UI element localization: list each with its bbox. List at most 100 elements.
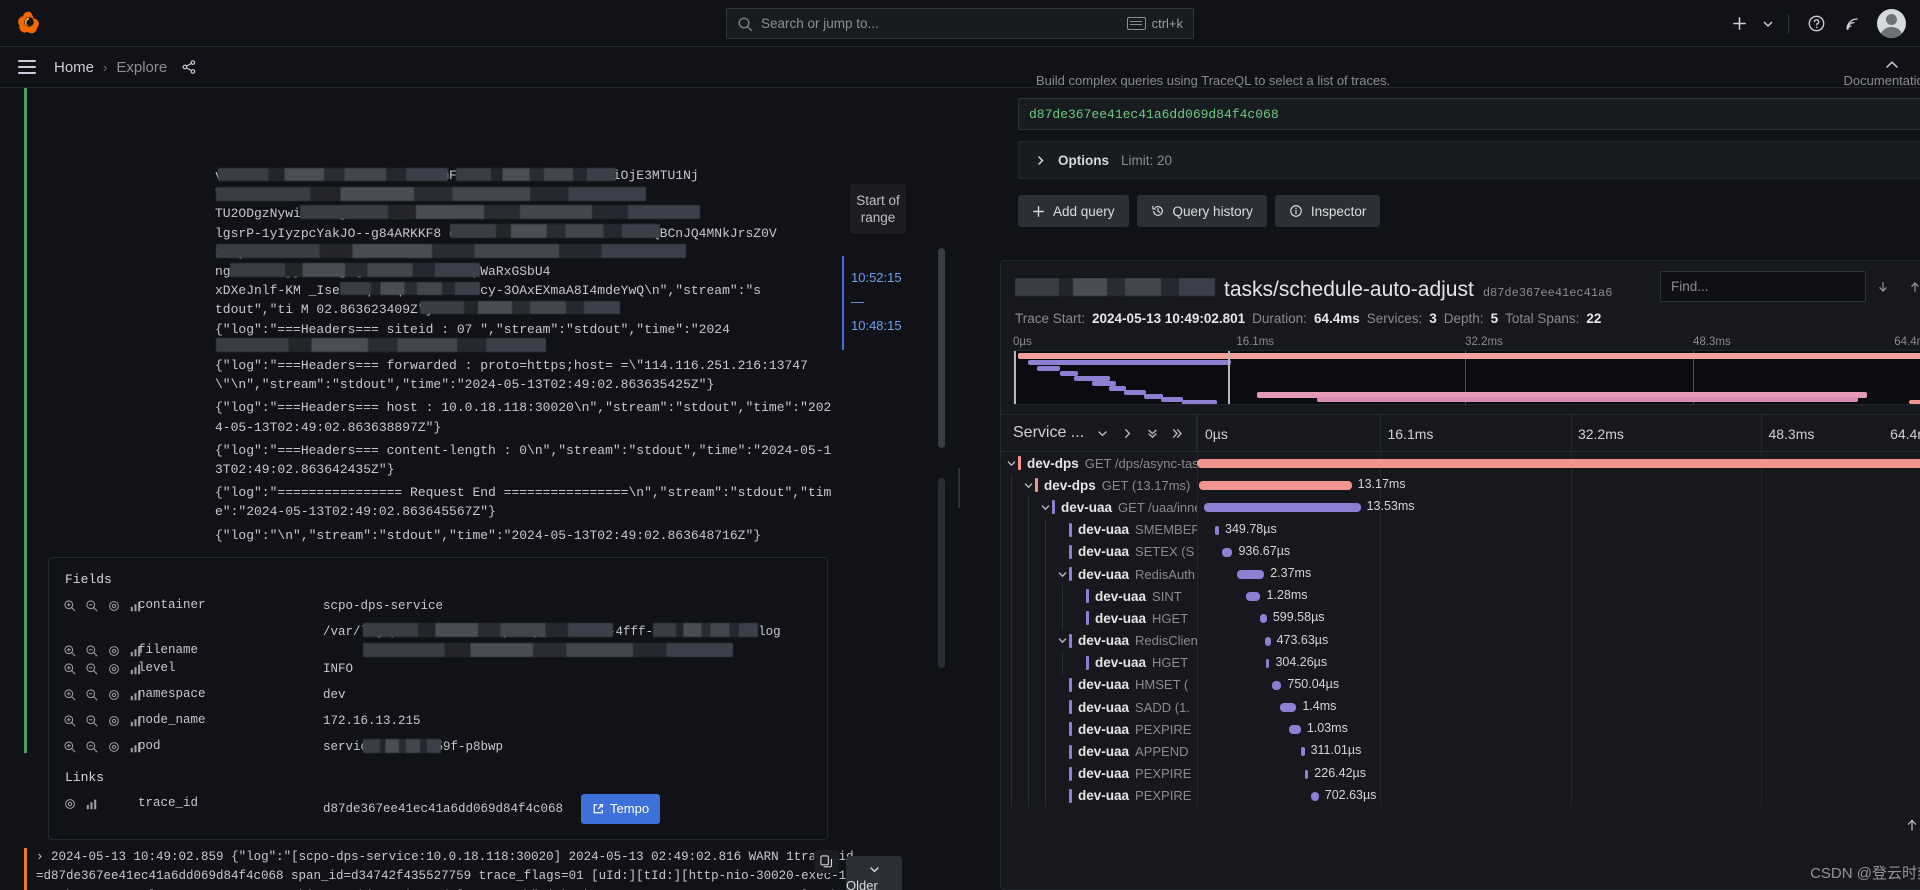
span-bar-cell[interactable]: 13.17ms (1197, 474, 1920, 497)
copy-icon[interactable] (814, 850, 839, 873)
span-bar-cell[interactable]: 599.58µs (1197, 607, 1920, 630)
share-nodes-icon[interactable] (181, 59, 197, 75)
span-row[interactable]: dev-dps GET /dps/async-task (1001, 452, 1920, 475)
span-bar-cell[interactable]: 750.04µs (1197, 673, 1920, 697)
span-rows-container[interactable]: dev-dps GET /dps/async-task dev-dps GET (13… (1001, 452, 1920, 827)
span-label-cell[interactable]: dev-uaa HGET (1001, 607, 1197, 630)
find-next-button[interactable] (1868, 271, 1898, 302)
span-label-cell[interactable]: dev-uaa SMEMBERS (1001, 518, 1197, 541)
bar-chart-icon[interactable] (129, 662, 143, 676)
span-bar-cell[interactable]: 473.63µs (1197, 629, 1920, 652)
span-bar-cell[interactable]: 1.4ms (1197, 696, 1920, 719)
pane-splitter[interactable] (955, 88, 963, 890)
documentation-link[interactable]: Documentation (1844, 73, 1920, 88)
grafana-logo-icon[interactable] (0, 10, 58, 36)
minimap-canvas[interactable] (1013, 350, 1920, 405)
span-row[interactable]: dev-uaa RedisClient 473.63µs (1001, 629, 1920, 652)
breadcrumb-item-explore[interactable]: Explore (116, 59, 167, 76)
chevron-right-icon[interactable] (1121, 427, 1134, 440)
span-label-cell[interactable]: dev-dps GET (13.17ms) (1001, 474, 1197, 497)
eye-icon[interactable] (107, 740, 121, 754)
question-circle-icon[interactable] (1799, 7, 1833, 41)
logs-scrollbar[interactable] (938, 248, 945, 448)
add-query-button[interactable]: Add query (1018, 195, 1129, 227)
span-row[interactable]: dev-uaa APPEND 311.01µs (1001, 740, 1920, 763)
search-input[interactable]: Search or jump to... ctrl+k (726, 8, 1194, 39)
span-bar-cell[interactable]: 702.63µs (1197, 784, 1920, 807)
inspector-button[interactable]: Inspector (1274, 195, 1381, 227)
span-row[interactable]: dev-uaa HGET 599.58µs (1001, 607, 1920, 630)
minimap-selection[interactable] (1014, 351, 1231, 404)
trace-minimap[interactable]: 0µs 16.1ms 32.2ms 48.3ms 64.4ms (1013, 336, 1920, 406)
bar-chart-icon[interactable] (129, 740, 143, 754)
log-entry-collapsed[interactable]: › 2024-05-13 10:49:02.859 {"log":"[scpo-… (24, 848, 854, 890)
chevron-down-icon[interactable] (1039, 502, 1052, 513)
span-row[interactable]: dev-uaa SETEX (S 936.67µs (1001, 540, 1920, 563)
span-bar-cell[interactable]: 311.01µs (1197, 740, 1920, 763)
span-label-cell[interactable]: dev-uaa GET /uaa/inner (1001, 496, 1197, 519)
traceql-query-input[interactable]: d87de367ee41ec41a6dd069d84f4c068 (1018, 98, 1920, 130)
span-label-cell[interactable]: dev-dps GET /dps/async-task (1001, 452, 1197, 474)
span-bar-cell[interactable]: 304.26µs (1197, 651, 1920, 674)
zoom-out-icon[interactable] (85, 740, 99, 754)
older-logs-button[interactable]: Older logs (846, 856, 902, 890)
span-bar-cell[interactable]: 1.03ms (1197, 718, 1920, 741)
zoom-in-icon[interactable] (63, 688, 77, 702)
span-label-cell[interactable]: dev-uaa APPEND (1001, 740, 1197, 763)
bar-chart-icon[interactable] (129, 714, 143, 728)
span-row[interactable]: dev-uaa SADD (1. 1.4ms (1001, 696, 1920, 719)
breadcrumb-item-home[interactable]: Home (54, 59, 94, 76)
log-expand-icon[interactable]: › (36, 850, 44, 864)
span-bar-cell[interactable] (1197, 452, 1920, 475)
zoom-out-icon[interactable] (85, 714, 99, 728)
span-bar-cell[interactable]: 226.42µs (1197, 762, 1920, 785)
span-label-cell[interactable]: dev-uaa RedisAuth (1001, 562, 1197, 586)
span-label-cell[interactable]: dev-uaa HMSET ( (1001, 673, 1197, 697)
eye-icon[interactable] (107, 644, 121, 658)
zoom-out-icon[interactable] (85, 688, 99, 702)
span-bar-cell[interactable]: 349.78µs (1197, 518, 1920, 541)
bar-chart-icon[interactable] (129, 599, 143, 613)
span-label-cell[interactable]: dev-uaa PEXPIRE (1001, 718, 1197, 741)
zoom-out-icon[interactable] (85, 599, 99, 613)
zoom-in-icon[interactable] (63, 644, 77, 658)
eye-icon[interactable] (107, 662, 121, 676)
chevron-down-icon[interactable] (1758, 7, 1778, 41)
chevron-down-icon[interactable] (1005, 458, 1018, 469)
bar-chart-icon[interactable] (85, 797, 99, 811)
span-label-cell[interactable]: dev-uaa SADD (1. (1001, 696, 1197, 719)
double-chevron-down-icon[interactable] (1146, 427, 1159, 440)
zoom-in-icon[interactable] (63, 662, 77, 676)
eye-icon[interactable] (107, 714, 121, 728)
span-bar-cell[interactable]: 13.53ms (1197, 496, 1920, 519)
rss-icon[interactable] (1835, 7, 1869, 41)
span-label-cell[interactable]: dev-uaa SINT (1001, 585, 1197, 608)
bar-chart-icon[interactable] (129, 688, 143, 702)
zoom-in-icon[interactable] (63, 740, 77, 754)
avatar[interactable] (1877, 9, 1906, 38)
span-row[interactable]: dev-uaa SINT 1.28ms (1001, 585, 1920, 608)
chevron-down-icon[interactable] (1056, 569, 1069, 580)
chevron-down-icon[interactable] (1022, 480, 1035, 491)
global-search[interactable]: Search or jump to... ctrl+k (726, 8, 1194, 39)
eye-icon[interactable] (107, 688, 121, 702)
zoom-in-icon[interactable] (63, 714, 77, 728)
plus-icon[interactable] (1722, 7, 1756, 41)
zoom-out-icon[interactable] (85, 644, 99, 658)
span-label-cell[interactable]: dev-uaa SETEX (S (1001, 540, 1197, 563)
find-prev-button[interactable] (1900, 271, 1920, 302)
span-row[interactable]: dev-uaa PEXPIRE 1.03ms (1001, 718, 1920, 741)
eye-icon[interactable] (107, 599, 121, 613)
span-label-cell[interactable]: dev-uaa HGET (1001, 651, 1197, 674)
logs-scrollbar-track[interactable] (938, 478, 945, 668)
trace-find-input[interactable]: Find... (1660, 271, 1866, 302)
span-bar-cell[interactable]: 1.28ms (1197, 585, 1920, 608)
eye-icon[interactable] (63, 797, 77, 811)
span-row[interactable]: dev-dps GET (13.17ms) 13.17ms (1001, 474, 1920, 497)
span-label-cell[interactable]: dev-uaa RedisClient (1001, 629, 1197, 652)
chevron-down-icon[interactable] (1056, 635, 1069, 646)
span-row[interactable]: dev-uaa PEXPIRE 702.63µs (1001, 784, 1920, 807)
zoom-out-icon[interactable] (85, 662, 99, 676)
bar-chart-icon[interactable] (129, 644, 143, 658)
chevron-up-icon[interactable] (1884, 57, 1900, 73)
